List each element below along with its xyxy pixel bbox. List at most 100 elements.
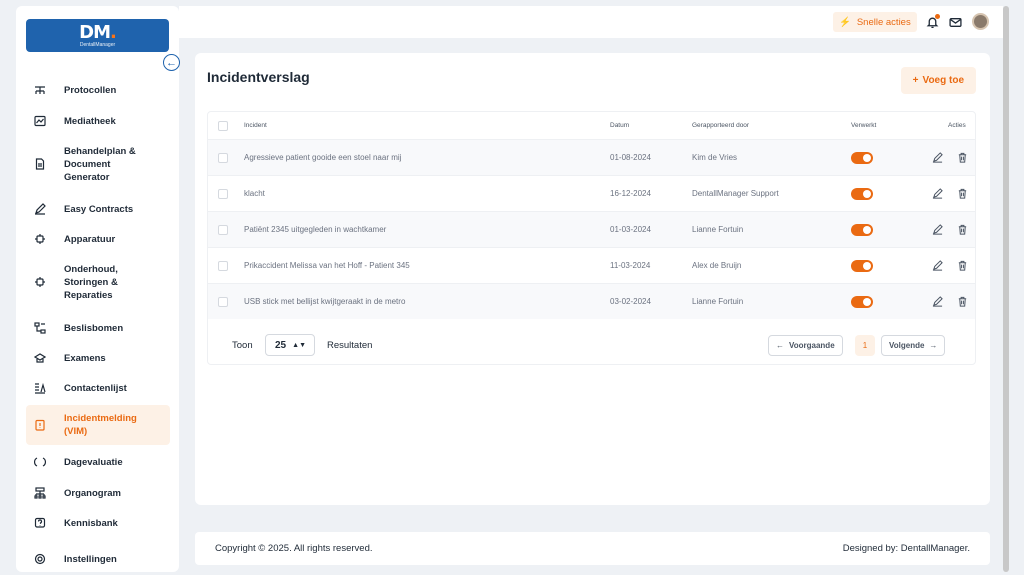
header-incident[interactable]: Incident [244,112,267,139]
designed-by-text: Designed by: DentallManager. [842,543,970,554]
previous-button[interactable]: ← Voorgaande [768,335,843,356]
logo-mark: DM [79,21,111,43]
collapse-sidebar-icon[interactable]: ← [163,54,180,71]
cell-incident: Agressieve patient gooide een stoel naar… [244,153,402,162]
cell-incident: Patiënt 2345 uitgegleden in wachtkamer [244,225,387,234]
bolt-icon: ⚡ [839,16,851,28]
edit-icon[interactable] [930,151,944,165]
hierarchy-icon [30,84,50,96]
sidebar-item-organogram[interactable]: Organogram [26,482,170,504]
sidebar-item-label: Behandelplan & Document Generator [64,145,136,183]
delete-icon[interactable] [955,151,969,165]
verwerkt-toggle[interactable] [851,223,873,236]
verwerkt-toggle[interactable] [851,187,873,200]
sidebar-item-label: Onderhoud, Storingen & Reparaties [64,263,118,301]
sidebar-item-dagevaluatie[interactable]: Dagevaluatie [26,451,170,473]
sidebar-item-label: Protocollen [64,84,117,96]
next-button[interactable]: Volgende → [881,335,946,356]
delete-icon[interactable] [955,259,969,273]
table-row[interactable]: klacht 16-12-2024 DentallManager Support [208,175,975,211]
page-number-current[interactable]: 1 [855,335,875,356]
verwerkt-toggle[interactable] [851,295,873,308]
cell-door: Lianne Fortuin [692,225,744,234]
select-all-checkbox[interactable] [218,120,228,131]
delete-icon[interactable] [955,187,969,201]
sidebar-item-behandelplan[interactable]: Behandelplan & Document Generator [26,142,170,186]
row-checkbox[interactable] [218,188,228,199]
contacts-icon [30,382,50,394]
sidebar-item-label: Apparatuur [64,233,116,245]
chart-icon [30,115,50,127]
table-row[interactable]: Prikaccident Melissa van het Hoff - Pati… [208,247,975,283]
row-checkbox[interactable] [218,152,228,163]
sidebar-item-kennisbank[interactable]: Kennisbank [26,512,170,534]
row-checkbox[interactable] [218,296,228,307]
table-row[interactable]: Patiënt 2345 uitgegleden in wachtkamer 0… [208,211,975,247]
cell-door: DentallManager Support [692,189,779,198]
header-gerapporteerd[interactable]: Gerapporteerd door [692,112,749,139]
sidebar-item-onderhoud[interactable]: Onderhoud, Storingen & Reparaties [26,260,170,304]
row-checkbox[interactable] [218,260,228,271]
page-scrollbar[interactable] [1003,6,1009,572]
cell-door: Lianne Fortuin [692,297,744,306]
document-icon [30,158,50,170]
sidebar-item-protocollen[interactable]: Protocollen [26,78,170,102]
add-label: Voeg toe [922,75,964,86]
topbar: ⚡ Snelle acties [179,6,1003,38]
edit-icon[interactable] [930,187,944,201]
plus-icon: + [912,75,919,86]
cell-datum: 01-08-2024 [610,153,651,162]
table-row[interactable]: Agressieve patient gooide een stoel naar… [208,139,975,175]
sidebar-item-label: Instellingen [64,553,117,565]
bell-icon[interactable] [924,14,940,30]
table-row[interactable]: USB stick met bellijst kwijtgeraakt in d… [208,283,975,319]
add-incident-button[interactable]: + Voeg toe [900,67,976,94]
per-page-select[interactable]: 25 ▲▼ [265,334,315,356]
logo-brand: DentallManager [79,41,116,48]
cell-incident: Prikaccident Melissa van het Hoff - Pati… [244,261,410,270]
sidebar-item-apparatuur[interactable]: Apparatuur [26,228,170,250]
question-icon [30,517,50,529]
notification-badge [935,14,940,19]
sidebar-item-examens[interactable]: Examens [26,347,170,369]
quick-actions-button[interactable]: ⚡ Snelle acties [833,12,917,32]
avatar[interactable] [972,13,989,30]
pagination-bar: Toon 25 ▲▼ Resultaten ← Voorgaande 1 Vol… [208,328,975,364]
sidebar-item-label: Incidentmelding (VIM) [64,413,137,437]
mail-icon[interactable] [947,14,963,30]
next-label: Volgende [889,341,925,350]
resultaten-label: Resultaten [327,340,373,351]
logo[interactable]: DM. DentallManager [26,19,169,52]
delete-icon[interactable] [955,295,969,309]
arrow-right-icon: → [929,341,938,350]
sidebar-item-mediatheek[interactable]: Mediatheek [26,110,170,132]
header-datum[interactable]: Datum [610,112,629,139]
sidebar-item-contactenlijst[interactable]: Contactenlijst [26,377,170,399]
cell-datum: 03-02-2024 [610,297,651,306]
verwerkt-toggle[interactable] [851,151,873,164]
cell-datum: 11-03-2024 [610,261,651,270]
select-arrows-icon: ▲▼ [292,341,306,349]
edit-icon[interactable] [930,259,944,273]
copyright-text: Copyright © 2025. All rights reserved. [215,543,373,554]
sidebar-item-instellingen[interactable]: Instellingen [26,548,170,570]
per-page-value: 25 [275,339,287,351]
sidebar-item-incidentmelding[interactable]: Incidentmelding (VIM) [26,405,170,445]
sidebar-item-label: Kennisbank [64,517,118,529]
quick-actions-label: Snelle acties [856,16,911,28]
page-title: Incidentverslag [207,69,310,85]
edit-icon[interactable] [930,223,944,237]
cell-datum: 16-12-2024 [610,189,651,198]
verwerkt-toggle[interactable] [851,259,873,272]
sidebar-item-label: Examens [64,352,106,364]
edit-icon[interactable] [930,295,944,309]
sidebar-item-label: Organogram [64,487,122,499]
sidebar-item-easy-contracts[interactable]: Easy Contracts [26,198,170,220]
sidebar-item-beslisbomen[interactable]: Beslisbomen [26,317,170,339]
refresh-icon [30,456,50,468]
cell-door: Alex de Bruijn [692,261,742,270]
delete-icon[interactable] [955,223,969,237]
row-checkbox[interactable] [218,224,228,235]
cell-door: Kim de Vries [692,153,738,162]
header-verwerkt[interactable]: Verwerkt [851,112,876,139]
